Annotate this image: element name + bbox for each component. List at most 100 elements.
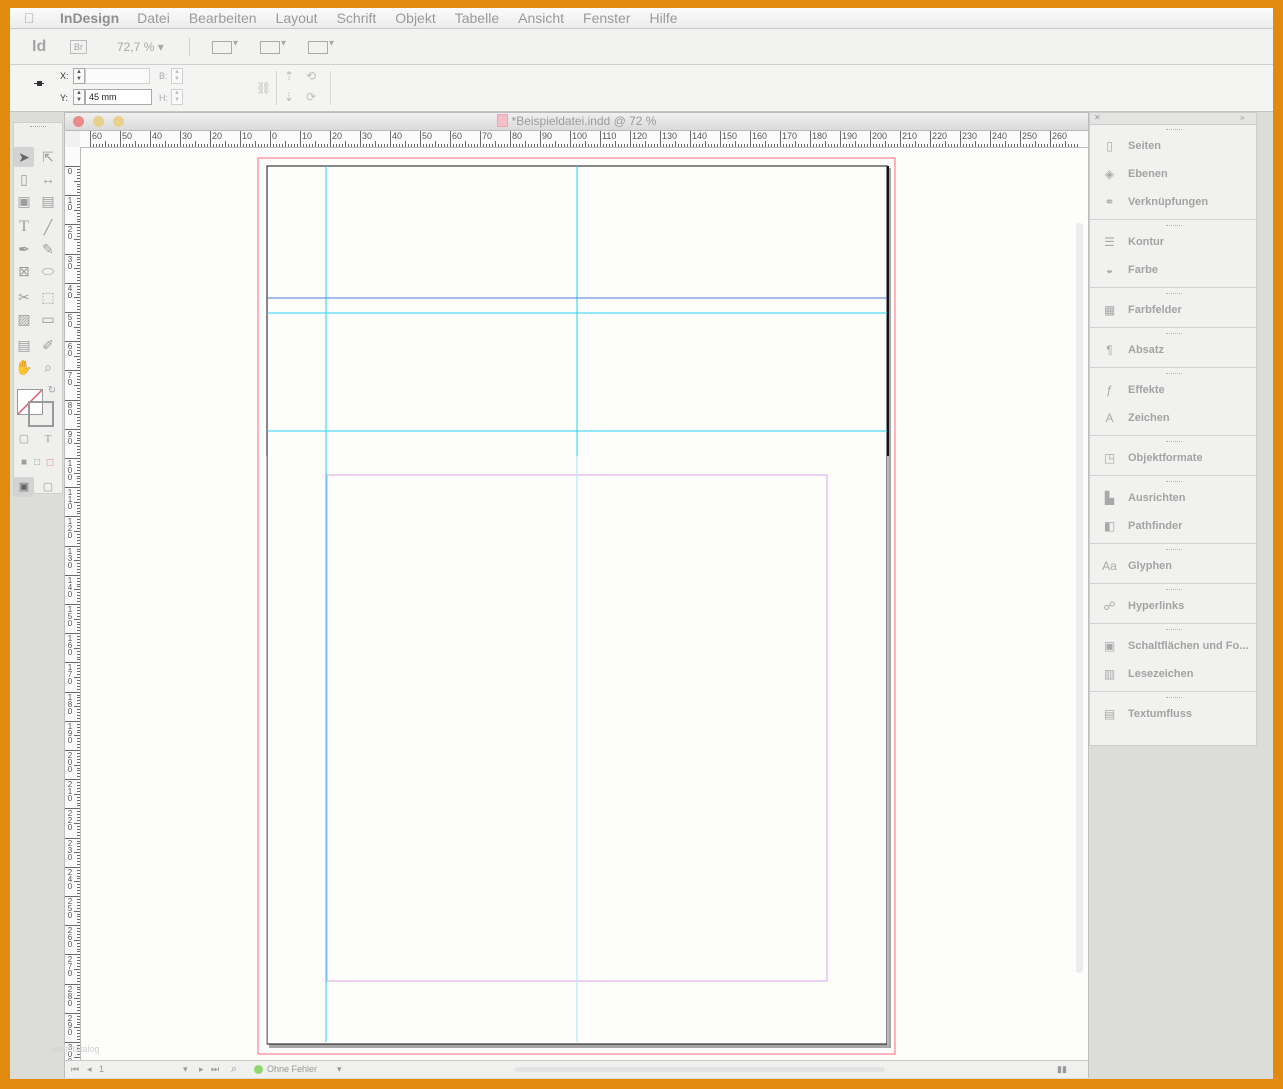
pencil-tool-icon[interactable]: ✎	[38, 239, 58, 259]
gradient-feather-tool-icon[interactable]: ▭	[38, 309, 58, 329]
menu-fenster[interactable]: Fenster	[583, 10, 630, 26]
panel-tab-swatches[interactable]: ▦ Farbfelder	[1090, 297, 1256, 323]
expand-panels-icon[interactable]: »	[1240, 113, 1244, 122]
direct-selection-tool-icon[interactable]: ⇱	[38, 147, 58, 167]
menu-ansicht[interactable]: Ansicht	[518, 10, 564, 26]
panel-group-grip[interactable]	[1166, 333, 1182, 335]
panel-tab-layers[interactable]: ◈ Ebenen	[1090, 161, 1256, 187]
zoom-tool-icon[interactable]: ⌕	[38, 357, 58, 377]
eyedropper-tool-icon[interactable]: ✐	[38, 335, 58, 355]
note-tool-icon[interactable]: ▤	[14, 335, 34, 355]
shear-icon[interactable]: ⟳	[306, 90, 316, 104]
panel-group-grip[interactable]	[1166, 549, 1182, 551]
zoom-select[interactable]: 72,7 % ▾	[117, 40, 177, 54]
screen-mode-button[interactable]	[260, 38, 288, 54]
page-menu-icon[interactable]: ▾	[183, 1064, 188, 1075]
panel-group-grip[interactable]	[1166, 293, 1182, 295]
panel-group-grip[interactable]	[1166, 373, 1182, 375]
preflight-icon[interactable]: ⌕	[231, 1063, 237, 1076]
swap-fill-stroke-icon[interactable]: ↻	[42, 381, 62, 401]
panel-group-grip[interactable]	[1166, 129, 1182, 131]
apple-icon[interactable]: 	[24, 10, 46, 26]
gap-tool-icon[interactable]: ↔	[38, 169, 58, 189]
reference-point-icon[interactable]	[34, 81, 44, 90]
menu-datei[interactable]: Datei	[137, 10, 170, 26]
ruler-origin[interactable]	[65, 131, 81, 148]
menu-schrift[interactable]: Schrift	[337, 10, 377, 26]
width-stepper[interactable]: ▲ ▼	[171, 68, 183, 84]
page-canvas[interactable]	[81, 148, 1088, 1060]
panel-tab-links[interactable]: ⚭ Verknüpfungen	[1090, 189, 1256, 215]
panel-group-grip[interactable]	[1166, 441, 1182, 443]
panel-tab-pathfinder[interactable]: ◧ Pathfinder	[1090, 513, 1256, 539]
menu-layout[interactable]: Layout	[276, 10, 318, 26]
close-icon[interactable]	[73, 116, 84, 127]
pasteboard[interactable]	[81, 148, 1088, 1060]
panel-tab-text-wrap[interactable]: ▤ Textumfluss	[1090, 701, 1256, 727]
panel-group-grip[interactable]	[1166, 629, 1182, 631]
scissors-tool-icon[interactable]: ✂	[14, 287, 34, 307]
panel-tab-buttons[interactable]: ▣ Schaltflächen und Fo...	[1090, 633, 1256, 659]
panel-group-grip[interactable]	[1166, 589, 1182, 591]
close-icon[interactable]: ✕	[1094, 113, 1101, 122]
y-stepper[interactable]: ▲ ▼	[73, 89, 85, 105]
preflight-status[interactable]: Ohne Fehler	[267, 1064, 317, 1074]
panel-tab-pages[interactable]: ▯ Seiten	[1090, 133, 1256, 159]
line-tool-icon[interactable]: ╱	[38, 217, 58, 237]
last-page-icon[interactable]: ⏭	[211, 1064, 219, 1075]
vertical-scrollbar[interactable]	[1076, 223, 1083, 973]
menu-hilfe[interactable]: Hilfe	[650, 10, 678, 26]
pen-tool-icon[interactable]: ✒	[14, 239, 34, 259]
formatting-container-icon[interactable]: ▢	[14, 429, 34, 449]
menu-bearbeiten[interactable]: Bearbeiten	[189, 10, 257, 26]
ellipse-tool-icon[interactable]: ⬭	[38, 261, 58, 281]
panel-tab-stroke[interactable]: ☰ Kontur	[1090, 229, 1256, 255]
content-placer-icon[interactable]: ▤	[38, 191, 58, 211]
rectangle-frame-tool-icon[interactable]: ⊠	[14, 261, 34, 281]
panel-group-grip[interactable]	[1166, 481, 1182, 483]
panel-tab-character[interactable]: A Zeichen	[1090, 405, 1256, 431]
panel-tab-paragraph[interactable]: ¶ Absatz	[1090, 337, 1256, 363]
scale-x-icon[interactable]: ⇡	[284, 69, 294, 83]
x-input[interactable]	[85, 68, 150, 84]
menu-tabelle[interactable]: Tabelle	[455, 10, 499, 26]
x-stepper[interactable]: ▲ ▼	[73, 68, 85, 84]
view-options-button[interactable]	[212, 38, 240, 54]
hand-tool-icon[interactable]: ✋	[14, 357, 34, 377]
stroke-swatch[interactable]	[28, 401, 54, 427]
vertical-ruler[interactable]: 0 1 0 2 0 3 0 4 0 5 0 6 0 7 0 8 0 9 0 1 0 0 1 1 0 1 …	[65, 147, 81, 1060]
panel-tab-color[interactable]: ◒ Farbe	[1090, 257, 1256, 283]
page-tool-icon[interactable]: ▯	[14, 169, 34, 189]
minimize-icon[interactable]	[93, 116, 104, 127]
content-collector-icon[interactable]: ▣	[14, 191, 34, 211]
panel-group-grip[interactable]	[1166, 697, 1182, 699]
split-window-icon[interactable]: ▮▮	[1057, 1064, 1067, 1075]
horizontal-ruler[interactable]: 60 50 40 30 20 10 0 10 20 30 40 50 60 70 80 90 100 110 120…	[80, 131, 1088, 148]
normal-view-icon[interactable]: ▣	[14, 477, 34, 497]
selection-tool-icon[interactable]: ➤	[14, 147, 34, 167]
first-page-icon[interactable]: ⏮	[71, 1064, 79, 1075]
rotate-icon[interactable]: ⟲	[306, 69, 316, 83]
scale-y-icon[interactable]: ⇣	[284, 90, 294, 104]
panel-tab-bookmarks[interactable]: ▥ Lesezeichen	[1090, 661, 1256, 687]
horizontal-scrollbar[interactable]	[515, 1067, 885, 1072]
panel-tab-hyperlinks[interactable]: ☍ Hyperlinks	[1090, 593, 1256, 619]
menu-app-name[interactable]: InDesign	[60, 10, 119, 26]
panel-grip[interactable]	[30, 126, 46, 129]
constrain-proportions-icon[interactable]: ⛓	[256, 81, 271, 95]
zoom-window-icon[interactable]	[113, 116, 124, 127]
apply-none-icon[interactable]: ◻	[40, 453, 60, 473]
menu-objekt[interactable]: Objekt	[395, 10, 435, 26]
page-number-field[interactable]: 1	[99, 1064, 179, 1074]
bridge-button[interactable]: Br	[70, 39, 87, 54]
arrange-documents-button[interactable]	[308, 38, 336, 54]
panel-tab-effects[interactable]: ƒ Effekte	[1090, 377, 1256, 403]
panel-tab-object-styles[interactable]: ◳ Objektformate	[1090, 445, 1256, 471]
panel-group-grip[interactable]	[1166, 225, 1182, 227]
panel-tab-align[interactable]: ▙ Ausrichten	[1090, 485, 1256, 511]
y-input[interactable]: 45 mm	[85, 89, 152, 105]
gradient-swatch-tool-icon[interactable]: ▨	[14, 309, 34, 329]
next-page-icon[interactable]: ▸	[199, 1064, 204, 1075]
free-transform-tool-icon[interactable]: ⬚	[38, 287, 58, 307]
panel-tab-glyphs[interactable]: Aa Glyphen	[1090, 553, 1256, 579]
